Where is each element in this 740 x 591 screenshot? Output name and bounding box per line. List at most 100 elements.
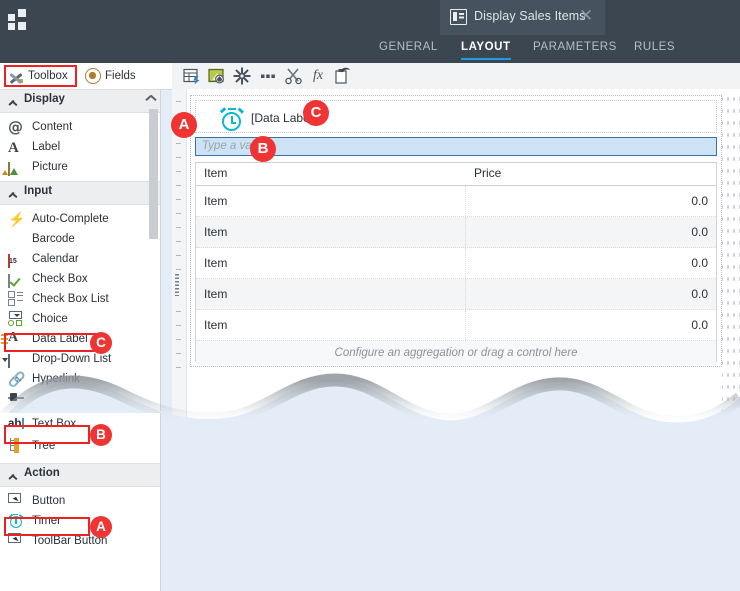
toolbox-item-picture[interactable]: Picture bbox=[0, 157, 160, 177]
drop-down-list-icon bbox=[8, 351, 24, 367]
apps-grid-icon[interactable] bbox=[8, 8, 28, 28]
function-fx-icon[interactable]: fx bbox=[308, 67, 328, 85]
aggregation-drop-zone[interactable]: Configure an aggregation or drag a contr… bbox=[196, 341, 716, 365]
toolbox-tab-highlight bbox=[4, 65, 77, 87]
form-layout-icon bbox=[450, 9, 467, 25]
highlight-data-label bbox=[4, 333, 96, 352]
callout-badge-a-toolbox: A bbox=[90, 516, 112, 538]
barcode-icon bbox=[8, 231, 24, 247]
highlight-timer-lower bbox=[4, 517, 90, 536]
toolbox-item-label: Choice bbox=[32, 313, 68, 325]
callout-badge-c-canvas: C bbox=[303, 100, 329, 126]
cell-price: 0.0 bbox=[466, 248, 716, 278]
picture-icon bbox=[8, 159, 24, 175]
tab-fields-label: Fields bbox=[105, 70, 136, 82]
design-toolbar: fx bbox=[172, 63, 740, 90]
grid-settings-icon[interactable] bbox=[182, 67, 202, 85]
toolbox-item-choice[interactable]: Choice bbox=[0, 309, 160, 329]
data-grid[interactable]: Item Price Item 0.0 Item 0.0 Item 0.0 It… bbox=[195, 162, 717, 362]
toolbox-item-label[interactable]: A Label bbox=[0, 137, 160, 157]
paste-clipboard-icon[interactable] bbox=[332, 67, 352, 85]
toolbox-item-label: Check Box bbox=[32, 273, 88, 285]
cell-price: 0.0 bbox=[466, 310, 716, 340]
tab-general[interactable]: GENERAL bbox=[379, 41, 438, 53]
section-title: Input bbox=[24, 185, 52, 197]
chevron-up-icon bbox=[8, 98, 16, 106]
panel-resize-grip[interactable] bbox=[175, 274, 179, 296]
check-box-list-icon bbox=[8, 291, 24, 307]
button-icon bbox=[8, 493, 24, 509]
callout-badge-a-canvas: A bbox=[171, 112, 197, 138]
tab-layout[interactable]: LAYOUT bbox=[461, 41, 511, 53]
toolbox-item-button-lower[interactable]: Button bbox=[0, 491, 160, 511]
check-box-icon bbox=[8, 271, 24, 287]
toolbox-item-check-box-list[interactable]: Check Box List bbox=[0, 289, 160, 309]
chevron-up-icon bbox=[8, 190, 16, 198]
toolbox-item-calendar[interactable]: 15 Calendar bbox=[0, 249, 160, 269]
slider-icon bbox=[8, 391, 24, 407]
callout-badge-b-canvas: B bbox=[250, 136, 276, 162]
toolbox-item-label: Picture bbox=[32, 161, 68, 173]
section-header-display[interactable]: Display bbox=[0, 89, 160, 113]
lightning-bolt-icon: ⚡ bbox=[8, 211, 24, 227]
vertical-ruler bbox=[172, 89, 187, 591]
close-icon[interactable]: ✕ bbox=[577, 7, 595, 25]
toolbox-item-label: Calendar bbox=[32, 253, 79, 265]
section-title: Display bbox=[24, 93, 65, 105]
section-header-input[interactable]: Input bbox=[0, 181, 160, 205]
table-row[interactable]: Item 0.0 bbox=[196, 186, 716, 217]
toolbox-item-content[interactable]: @ Content bbox=[0, 117, 160, 137]
left-panel-tab-strip: Toolbox Fields bbox=[0, 63, 172, 90]
letter-a-icon: A bbox=[8, 139, 24, 155]
tab-fields[interactable]: Fields bbox=[85, 63, 136, 89]
cell-item: Item bbox=[196, 310, 466, 340]
cut-scissors-icon[interactable] bbox=[284, 67, 304, 85]
toolbox-item-label: Content bbox=[32, 121, 72, 133]
hyperlink-icon: 🔗 bbox=[8, 371, 24, 387]
cell-item: Item bbox=[196, 248, 466, 278]
column-header-item[interactable]: Item bbox=[196, 163, 466, 185]
toolbox-item-slider[interactable]: Slider bbox=[0, 389, 160, 409]
table-row[interactable]: Item 0.0 bbox=[196, 248, 716, 279]
tab-parameters[interactable]: PARAMETERS bbox=[533, 41, 617, 53]
toolbox-item-label: Label bbox=[32, 141, 60, 153]
form-container[interactable]: [Data Label] Type a value Item Price Ite… bbox=[190, 95, 722, 367]
callout-badge-c-toolbox: C bbox=[90, 332, 112, 354]
document-tab-title: Display Sales Items bbox=[474, 9, 586, 23]
chevron-up-icon[interactable] bbox=[146, 91, 158, 103]
design-canvas[interactable]: [Data Label] Type a value Item Price Ite… bbox=[172, 89, 740, 591]
toolbox-item-barcode[interactable]: Barcode bbox=[0, 229, 160, 249]
toolbox-item-check-box[interactable]: Check Box bbox=[0, 269, 160, 289]
toolbox-item-auto-complete[interactable]: ⚡ Auto-Complete bbox=[0, 209, 160, 229]
toolbox-item-label: Button bbox=[32, 495, 65, 507]
at-sign-icon: @ bbox=[8, 119, 24, 135]
calendar-icon: 15 bbox=[8, 251, 24, 267]
toolbox-item-label: Drop-Down List bbox=[32, 353, 111, 365]
highlight-text-box-lower bbox=[4, 425, 90, 444]
tab-active-underline bbox=[461, 58, 511, 61]
table-row[interactable]: Item 0.0 bbox=[196, 217, 716, 248]
column-header-price[interactable]: Price bbox=[466, 163, 716, 185]
toolbox-item-drop-down-list[interactable]: Drop-Down List bbox=[0, 349, 160, 369]
cell-item: Item bbox=[196, 186, 466, 216]
canvas-dot-grid bbox=[722, 89, 740, 591]
table-row[interactable]: Item 0.0 bbox=[196, 279, 716, 310]
section-header-action-lower[interactable]: Action bbox=[0, 463, 160, 487]
cell-price: 0.0 bbox=[466, 279, 716, 309]
chevron-up-icon bbox=[8, 472, 16, 480]
fill-color-icon[interactable] bbox=[207, 67, 227, 85]
toolbox-item-label: Slider bbox=[32, 393, 61, 405]
toolbox-item-label: Check Box List bbox=[32, 293, 109, 305]
tab-rules[interactable]: RULES bbox=[634, 41, 675, 53]
more-options-icon[interactable] bbox=[258, 67, 278, 85]
scrollbar-thumb[interactable] bbox=[149, 109, 158, 239]
cell-price: 0.0 bbox=[466, 186, 716, 216]
document-tab[interactable]: Display Sales Items ✕ bbox=[440, 0, 605, 35]
tab-layout-label: LAYOUT bbox=[461, 41, 511, 53]
data-label-drop-zone[interactable]: [Data Label] bbox=[195, 100, 717, 133]
cell-price: 0.0 bbox=[466, 217, 716, 247]
timer-clock-icon[interactable] bbox=[220, 107, 244, 131]
properties-gear-icon[interactable] bbox=[232, 67, 252, 85]
toolbox-item-hyperlink[interactable]: 🔗 Hyperlink bbox=[0, 369, 160, 389]
table-row[interactable]: Item 0.0 bbox=[196, 310, 716, 341]
